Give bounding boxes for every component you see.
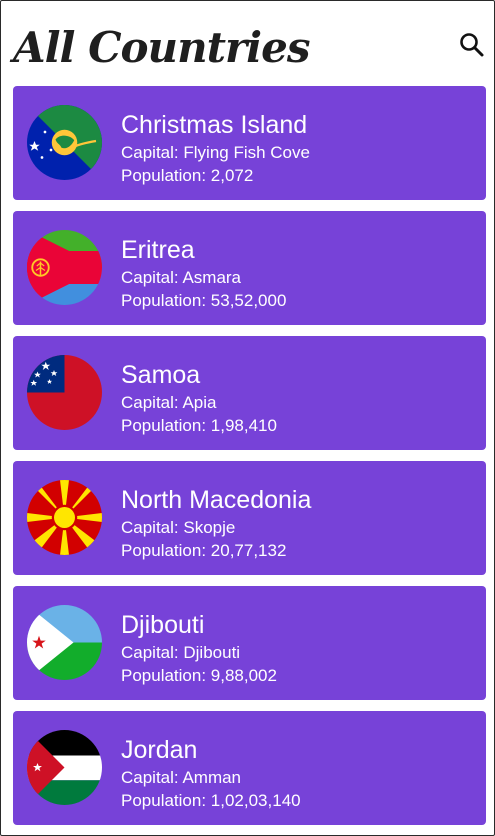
jordan-flag-icon: [27, 730, 102, 805]
country-capital: Capital: Djibouti: [121, 642, 240, 664]
population-value: 53,52,000: [210, 291, 287, 310]
population-label: Population:: [121, 666, 211, 685]
country-card-christmas-island[interactable]: Christmas Island Capital: Flying Fish Co…: [13, 86, 486, 200]
app-screen: All Countries Christmas Island Capital: …: [0, 0, 495, 836]
page-title: All Countries: [13, 23, 310, 72]
country-name: Samoa: [121, 361, 201, 389]
population-label: Population:: [121, 791, 211, 810]
christmas-island-flag-icon: [27, 105, 102, 180]
population-label: Population:: [121, 416, 211, 435]
population-value: 9,88,002: [210, 666, 277, 685]
country-name: Eritrea: [121, 236, 195, 264]
capital-label: Capital:: [121, 518, 184, 537]
country-card-eritrea[interactable]: Eritrea Capital: Asmara Population: 53,5…: [13, 211, 486, 325]
capital-value: Flying Fish Cove: [183, 143, 310, 162]
country-capital: Capital: Asmara: [121, 267, 241, 289]
country-capital: Capital: Skopje: [121, 517, 235, 539]
capital-label: Capital:: [121, 393, 183, 412]
country-name: North Macedonia: [121, 486, 312, 514]
population-value: 2,072: [210, 166, 254, 185]
capital-value: Djibouti: [183, 643, 241, 662]
capital-value: Amman: [182, 768, 242, 787]
country-population: Population: 2,072: [121, 165, 253, 187]
capital-label: Capital:: [121, 643, 184, 662]
eritrea-flag-icon: [27, 230, 102, 305]
country-capital: Capital: Amman: [121, 767, 241, 789]
country-name: Christmas Island: [121, 111, 308, 139]
population-label: Population:: [121, 291, 211, 310]
capital-value: Asmara: [182, 268, 242, 287]
country-card-jordan[interactable]: Jordan Capital: Amman Population: 1,02,0…: [13, 711, 486, 825]
capital-label: Capital:: [121, 143, 184, 162]
country-card-north-macedonia[interactable]: North Macedonia Capital: Skopje Populati…: [13, 461, 486, 575]
north-macedonia-flag-icon: [27, 480, 102, 555]
search-icon: [460, 33, 484, 57]
population-value: 1,98,410: [210, 416, 277, 435]
country-population: Population: 53,52,000: [121, 290, 286, 312]
capital-value: Skopje: [183, 518, 236, 537]
population-value: 20,77,132: [210, 541, 287, 560]
population-value: 1,02,03,140: [210, 791, 301, 810]
country-card-djibouti[interactable]: Djibouti Capital: Djibouti Population: 9…: [13, 586, 486, 700]
country-card-samoa[interactable]: Samoa Capital: Apia Population: 1,98,410: [13, 336, 486, 450]
samoa-flag-icon: [27, 355, 102, 430]
djibouti-flag-icon: [27, 605, 102, 680]
country-name: Jordan: [121, 736, 198, 764]
country-capital: Capital: Flying Fish Cove: [121, 142, 310, 164]
country-population: Population: 1,02,03,140: [121, 790, 301, 812]
population-label: Population:: [121, 541, 211, 560]
country-population: Population: 1,98,410: [121, 415, 277, 437]
capital-label: Capital:: [121, 768, 183, 787]
country-list: Christmas Island Capital: Flying Fish Co…: [13, 86, 486, 835]
population-label: Population:: [121, 166, 211, 185]
capital-value: Apia: [182, 393, 217, 412]
country-capital: Capital: Apia: [121, 392, 216, 414]
capital-label: Capital:: [121, 268, 183, 287]
country-population: Population: 20,77,132: [121, 540, 286, 562]
search-button[interactable]: [456, 29, 488, 61]
country-name: Djibouti: [121, 611, 205, 639]
country-population: Population: 9,88,002: [121, 665, 277, 687]
